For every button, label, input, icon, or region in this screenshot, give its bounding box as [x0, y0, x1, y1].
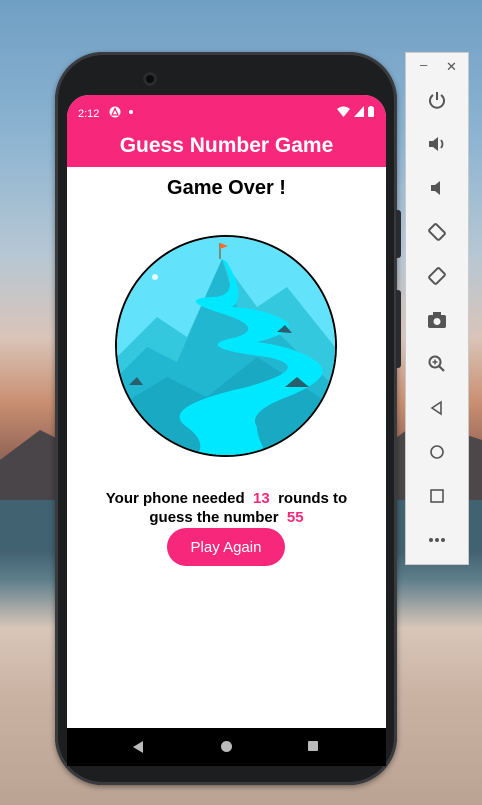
target-number: 55: [286, 509, 304, 526]
status-bar: 2:12: [67, 95, 386, 127]
play-again-button[interactable]: Play Again: [167, 528, 285, 566]
power-side-button: [396, 210, 401, 258]
volume-side-button: [396, 290, 401, 368]
system-navigation-bar: [67, 728, 386, 766]
rotate-right-icon[interactable]: [423, 262, 451, 290]
app-title: Guess Number Game: [67, 127, 386, 167]
status-time: 2:12: [78, 108, 100, 120]
notification-dot-icon: [129, 110, 133, 114]
success-image: [115, 235, 337, 457]
power-icon[interactable]: [423, 86, 451, 114]
signal-icon: [354, 106, 364, 117]
phone-screen: 2:12 Guess Number Game Game Over ! Your …: [67, 95, 386, 728]
overview-icon[interactable]: [423, 482, 451, 510]
emulator-toolbar: – ✕: [405, 52, 469, 565]
mountain-summit-illustration: [117, 237, 335, 455]
app-notification-icon: [109, 106, 121, 118]
front-camera: [143, 72, 157, 86]
nav-home-icon[interactable]: [221, 741, 232, 752]
wifi-icon: [337, 106, 350, 117]
nav-recents-icon[interactable]: [308, 741, 318, 751]
battery-icon: [368, 106, 374, 117]
volume-up-icon[interactable]: [423, 130, 451, 158]
rounds-count: 13: [253, 490, 270, 507]
volume-down-icon[interactable]: [423, 174, 451, 202]
minimize-icon[interactable]: –: [420, 57, 427, 72]
camera-icon[interactable]: [423, 306, 451, 334]
more-icon[interactable]: [423, 526, 451, 554]
result-summary: Your phone needed 13 rounds to guess the…: [87, 489, 366, 527]
nav-back-icon[interactable]: [133, 741, 143, 753]
game-over-screen: Game Over ! Your phone needed 13 rounds …: [67, 167, 386, 728]
back-icon[interactable]: [423, 394, 451, 422]
home-icon[interactable]: [423, 438, 451, 466]
rotate-left-icon[interactable]: [423, 218, 451, 246]
zoom-icon[interactable]: [423, 350, 451, 378]
summary-prefix: Your phone needed: [105, 490, 245, 507]
close-icon[interactable]: ✕: [446, 59, 457, 75]
page-title: Game Over !: [167, 177, 286, 199]
